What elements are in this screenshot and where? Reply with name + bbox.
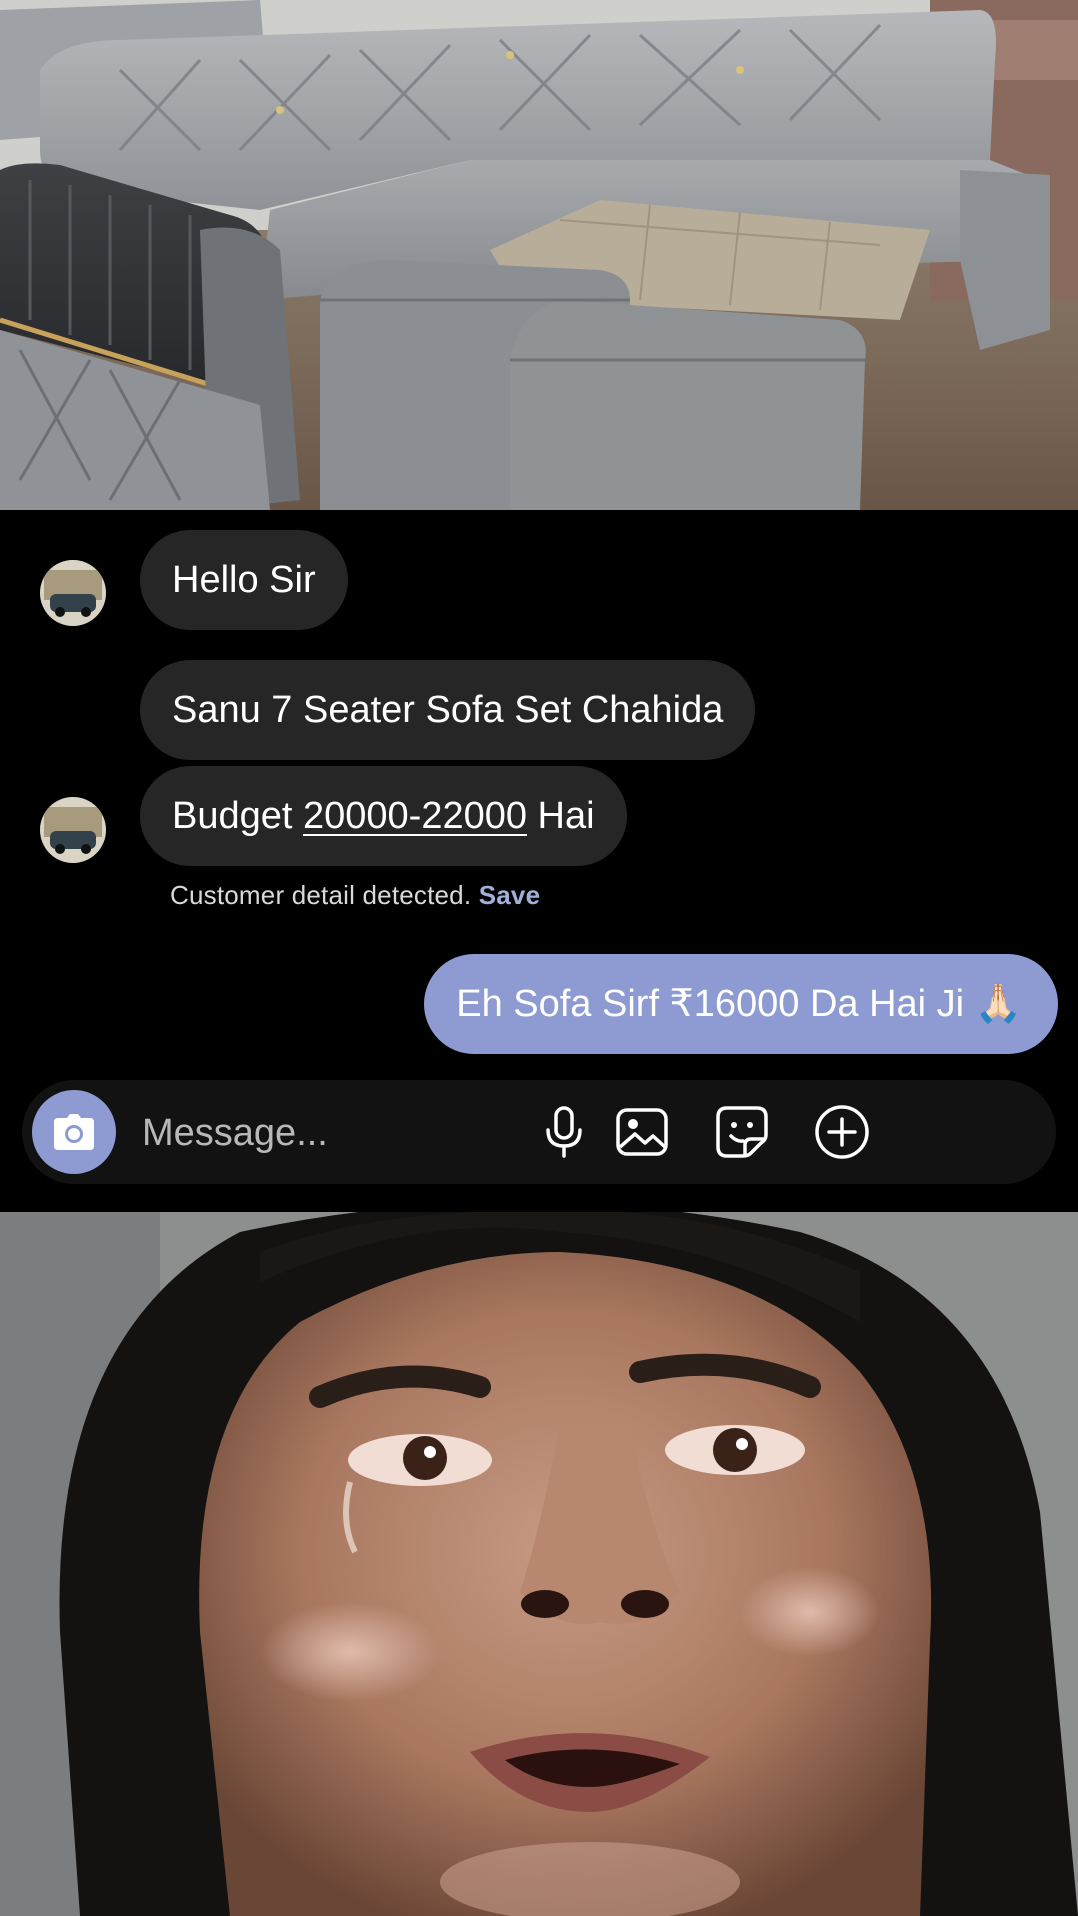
voice-message-button[interactable] <box>536 1104 592 1160</box>
sender-avatar[interactable] <box>40 560 106 626</box>
message-text: Eh Sofa Sirf ₹16000 Da Hai Ji 🙏🏻 <box>456 983 1022 1025</box>
save-detail-link[interactable]: Save <box>479 880 541 910</box>
detection-notice: Customer detail detected. Save <box>170 880 540 911</box>
message-text-prefix: Budget <box>172 795 303 837</box>
sender-avatar[interactable] <box>40 797 106 863</box>
sofa-set-photo <box>0 0 1078 510</box>
more-options-button[interactable] <box>814 1104 870 1160</box>
crying-face-photo <box>0 1212 1078 1916</box>
message-composer <box>22 1080 1056 1184</box>
message-text-suffix: Hai <box>527 795 595 837</box>
incoming-message[interactable]: Budget 20000-22000 Hai <box>140 766 627 866</box>
chat-thread: Hello Sir Sanu 7 Seater Sofa Set Chahida… <box>0 510 1078 1212</box>
message-text: Sanu 7 Seater Sofa Set Chahida <box>172 689 724 731</box>
detected-budget-value[interactable]: 20000-22000 <box>303 795 527 837</box>
gallery-icon <box>616 1108 668 1156</box>
message-text: Hello Sir <box>172 559 316 601</box>
detection-notice-text: Customer detail detected. <box>170 880 472 910</box>
camera-icon <box>54 1114 94 1150</box>
microphone-icon <box>546 1106 582 1158</box>
sticker-button[interactable] <box>714 1104 770 1160</box>
sticker-icon <box>716 1106 768 1158</box>
gallery-button[interactable] <box>614 1104 670 1160</box>
plus-icon <box>815 1105 869 1159</box>
outgoing-message[interactable]: Eh Sofa Sirf ₹16000 Da Hai Ji 🙏🏻 <box>424 954 1058 1054</box>
incoming-message[interactable]: Sanu 7 Seater Sofa Set Chahida <box>140 660 756 760</box>
incoming-message[interactable]: Hello Sir <box>140 530 348 630</box>
camera-button[interactable] <box>32 1090 116 1174</box>
